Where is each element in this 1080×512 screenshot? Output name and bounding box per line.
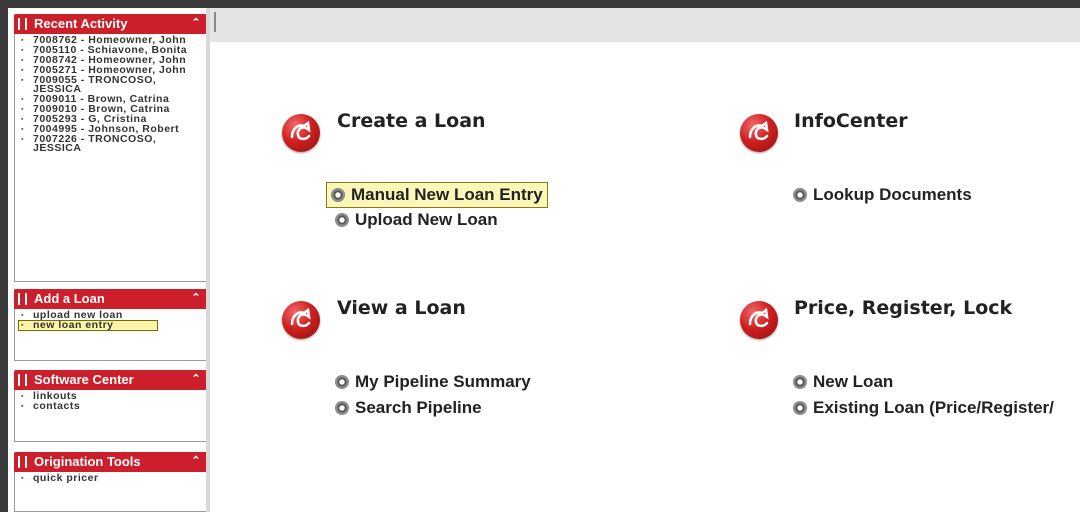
recent-item[interactable]: 7007226 - TRONCOSO, JESSICA bbox=[19, 134, 208, 154]
software-center-header[interactable]: Software Center ⌃ bbox=[14, 370, 209, 390]
lookup-documents-link[interactable]: Lookup Documents bbox=[793, 183, 972, 207]
drag-grip-icon[interactable] bbox=[18, 293, 27, 305]
manual-new-loan-entry-link[interactable]: Manual New Loan Entry bbox=[326, 182, 548, 208]
bullet-icon bbox=[335, 401, 349, 415]
add-a-loan-header[interactable]: Add a Loan ⌃ bbox=[14, 289, 209, 309]
my-pipeline-summary-link[interactable]: My Pipeline Summary bbox=[335, 370, 531, 394]
view-loan-icon bbox=[282, 301, 320, 339]
view-loan-title: View a Loan bbox=[337, 297, 466, 319]
add-a-loan-title: Add a Loan bbox=[34, 291, 105, 306]
infocenter-title: InfoCenter bbox=[794, 110, 908, 132]
bullet-icon bbox=[793, 375, 807, 389]
app-window: Recent Activity ⌃ 7008762 - Homeowner, J… bbox=[0, 0, 1080, 512]
link-label: Lookup Documents bbox=[813, 185, 972, 204]
drag-grip-icon[interactable] bbox=[18, 374, 27, 386]
software-center-body: linkouts contacts bbox=[14, 390, 209, 442]
quick-pricer-link[interactable]: quick pricer bbox=[19, 473, 208, 484]
collapse-icon[interactable]: ⌃ bbox=[189, 291, 203, 305]
new-loan-entry-link[interactable]: new loan entry bbox=[18, 320, 158, 331]
search-pipeline-link[interactable]: Search Pipeline bbox=[335, 396, 482, 420]
software-center-title: Software Center bbox=[34, 372, 134, 387]
recent-activity-panel: Recent Activity ⌃ 7008762 - Homeowner, J… bbox=[14, 14, 209, 282]
drag-grip-icon[interactable] bbox=[18, 18, 27, 30]
bullet-icon bbox=[335, 375, 349, 389]
splitter-handle[interactable] bbox=[214, 12, 216, 32]
recent-activity-body: 7008762 - Homeowner, John 7005110 - Schi… bbox=[14, 34, 209, 282]
origination-tools-panel: Origination Tools ⌃ quick pricer bbox=[14, 452, 209, 512]
collapse-icon[interactable]: ⌃ bbox=[189, 16, 203, 30]
origination-tools-body: quick pricer bbox=[14, 472, 209, 512]
bullet-icon bbox=[335, 213, 349, 227]
link-label: New Loan bbox=[813, 372, 894, 391]
upload-new-loan-link[interactable]: Upload New Loan bbox=[335, 208, 498, 232]
bullet-icon bbox=[793, 401, 807, 415]
window-border-left bbox=[0, 0, 8, 512]
price-register-lock-title: Price, Register, Lock bbox=[794, 297, 1013, 319]
link-label: Upload New Loan bbox=[355, 210, 498, 229]
recent-item[interactable]: 7009055 - TRONCOSO, JESSICA bbox=[19, 75, 208, 95]
create-loan-title: Create a Loan bbox=[337, 110, 486, 132]
add-a-loan-body: upload new loan new loan entry bbox=[14, 309, 209, 361]
top-bar bbox=[210, 8, 1080, 42]
window-border-top bbox=[0, 0, 1080, 8]
contacts-link[interactable]: contacts bbox=[19, 401, 208, 412]
sidebar: Recent Activity ⌃ 7008762 - Homeowner, J… bbox=[8, 8, 209, 512]
origination-tools-title: Origination Tools bbox=[34, 454, 141, 469]
collapse-icon[interactable]: ⌃ bbox=[189, 372, 203, 386]
price-register-lock-icon bbox=[740, 301, 778, 339]
create-loan-icon bbox=[282, 114, 320, 152]
collapse-icon[interactable]: ⌃ bbox=[189, 454, 203, 468]
link-label: My Pipeline Summary bbox=[355, 372, 531, 391]
existing-loan-link[interactable]: Existing Loan (Price/Register/ bbox=[793, 396, 1080, 420]
bullet-icon bbox=[331, 188, 345, 202]
sidebar-splitter[interactable] bbox=[206, 8, 210, 512]
link-label: Search Pipeline bbox=[355, 398, 482, 417]
link-label: Existing Loan (Price/Register/ bbox=[813, 398, 1054, 417]
link-label: Manual New Loan Entry bbox=[351, 185, 543, 204]
software-center-panel: Software Center ⌃ linkouts contacts bbox=[14, 370, 209, 442]
origination-tools-header[interactable]: Origination Tools ⌃ bbox=[14, 452, 209, 472]
drag-grip-icon[interactable] bbox=[18, 456, 27, 468]
recent-activity-header[interactable]: Recent Activity ⌃ bbox=[14, 14, 209, 34]
new-loan-link[interactable]: New Loan bbox=[793, 370, 893, 394]
infocenter-icon bbox=[740, 114, 778, 152]
recent-activity-title: Recent Activity bbox=[34, 16, 128, 31]
add-a-loan-panel: Add a Loan ⌃ upload new loan new loan en… bbox=[14, 289, 209, 361]
bullet-icon bbox=[793, 188, 807, 202]
